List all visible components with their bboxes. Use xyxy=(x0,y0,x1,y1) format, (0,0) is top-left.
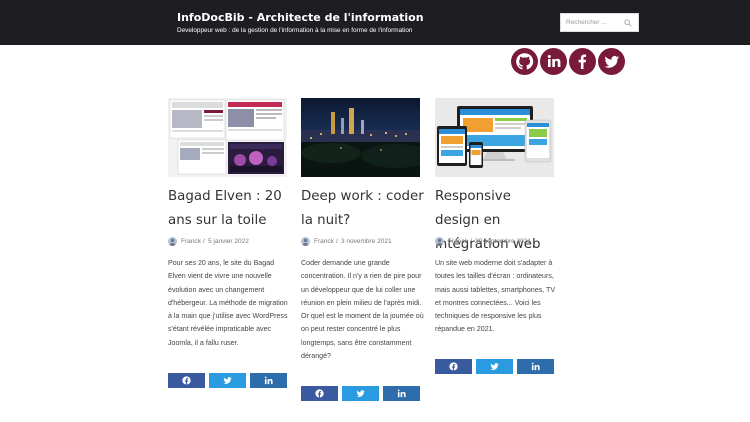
facebook-icon[interactable] xyxy=(569,48,596,75)
linkedin-icon xyxy=(397,389,406,398)
post-author[interactable]: Franck xyxy=(314,238,334,245)
twitter-icon xyxy=(490,363,499,370)
twitter-icon[interactable] xyxy=(598,48,625,75)
share-facebook-button[interactable] xyxy=(435,359,472,374)
share-linkedin-button[interactable] xyxy=(517,359,554,374)
facebook-icon xyxy=(315,389,324,398)
facebook-icon xyxy=(449,362,458,371)
search-icon[interactable] xyxy=(624,19,632,27)
post-date[interactable]: 5 janvier 2022 xyxy=(208,238,249,245)
meta-separator: / xyxy=(470,238,472,245)
site-description: Developpeur web : de la gestion de l'inf… xyxy=(177,27,413,34)
post-title[interactable]: Responsive design en intégration web xyxy=(435,185,559,257)
site-title[interactable]: InfoDocBib - Architecte de l'information xyxy=(177,11,424,24)
share-buttons xyxy=(435,359,554,374)
search-input[interactable] xyxy=(561,14,623,31)
twitter-icon xyxy=(223,377,232,384)
avatar xyxy=(301,237,310,246)
twitter-icon xyxy=(356,390,365,397)
meta-separator: / xyxy=(203,238,205,245)
linkedin-icon[interactable] xyxy=(540,48,567,75)
post-author[interactable]: Franck xyxy=(448,238,468,245)
site-header: InfoDocBib - Architecte de l'information… xyxy=(0,0,750,45)
post-date[interactable]: 29 septembre 2021 xyxy=(475,238,531,245)
meta-separator: / xyxy=(336,238,338,245)
post-thumbnail[interactable] xyxy=(301,98,420,177)
post-author[interactable]: Franck xyxy=(181,238,201,245)
search-box[interactable] xyxy=(560,13,639,32)
post-thumbnail[interactable] xyxy=(168,98,287,177)
share-linkedin-button[interactable] xyxy=(383,386,420,401)
share-facebook-button[interactable] xyxy=(301,386,338,401)
share-twitter-button[interactable] xyxy=(342,386,379,401)
post-excerpt: Pour ses 20 ans, le site du Bagad Elven … xyxy=(168,257,292,350)
avatar xyxy=(435,237,444,246)
share-twitter-button[interactable] xyxy=(476,359,513,374)
post-excerpt-text: Coder demande une grande concentration. … xyxy=(301,259,422,307)
post-excerpt: Coder demande une grande concentration. … xyxy=(301,257,425,363)
post-excerpt-text: Pour ses 20 ans, le site du Bagad Elven … xyxy=(168,259,288,347)
post-excerpt-text-2: Or quel est le moment de la journée où o… xyxy=(301,312,424,361)
facebook-icon xyxy=(182,376,191,385)
avatar xyxy=(168,237,177,246)
post-excerpt: Un site web moderne doit s'adapter à tou… xyxy=(435,257,559,337)
github-icon[interactable] xyxy=(511,48,538,75)
share-linkedin-button[interactable] xyxy=(250,373,287,388)
post-thumbnail[interactable] xyxy=(435,98,554,177)
share-facebook-button[interactable] xyxy=(168,373,205,388)
post-excerpt-text: Un site web moderne doit s'adapter à tou… xyxy=(435,259,556,334)
share-buttons xyxy=(301,386,420,401)
share-twitter-button[interactable] xyxy=(209,373,246,388)
linkedin-icon xyxy=(531,362,540,371)
post-title[interactable]: Bagad Elven : 20 ans sur la toile xyxy=(168,185,292,233)
share-buttons xyxy=(168,373,287,388)
post-date[interactable]: 3 novembre 2021 xyxy=(341,238,392,245)
linkedin-icon xyxy=(264,376,273,385)
post-title[interactable]: Deep work : coder la nuit? xyxy=(301,185,425,233)
